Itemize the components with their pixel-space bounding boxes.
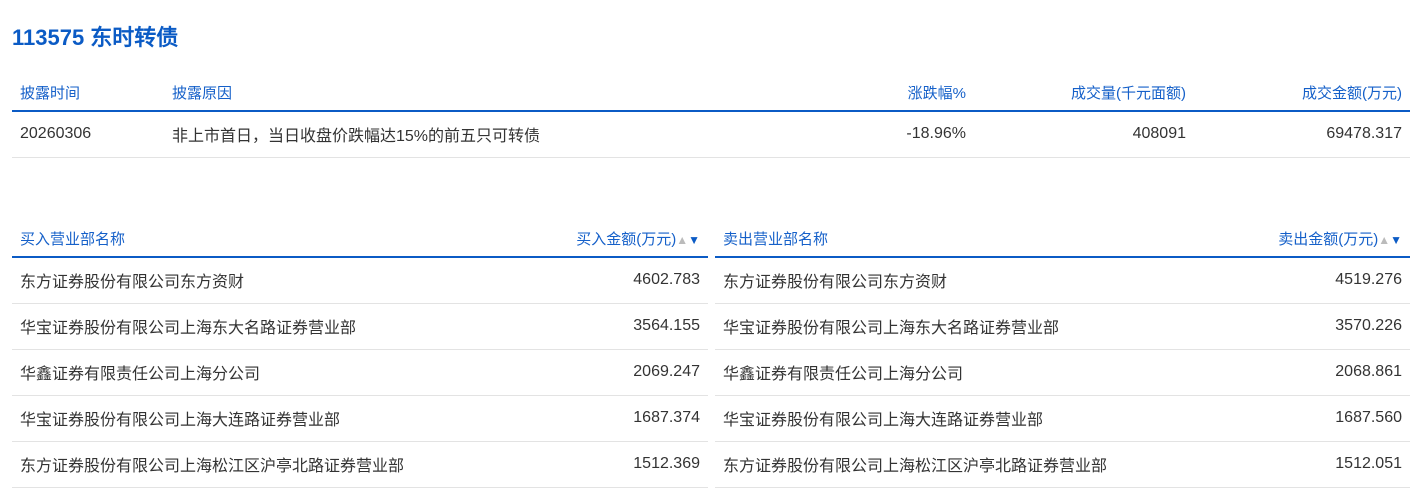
- disclosure-time: 20260306: [12, 111, 164, 158]
- branch-name: 东方证券股份有限公司上海松江区沪亭北路证券营业部: [715, 441, 1210, 488]
- header-sell-branch: 卖出营业部名称: [715, 220, 1210, 258]
- table-row: 东方证券股份有限公司东方资财 4519.276: [715, 257, 1410, 304]
- amount: 1687.374: [508, 395, 708, 442]
- header-volume: 成交量(千元面额): [974, 74, 1194, 112]
- amount: 1512.051: [1210, 441, 1410, 488]
- amount: 4519.276: [1210, 257, 1410, 304]
- amount: 69478.317: [1194, 111, 1410, 158]
- buy-table: 买入营业部名称 买入金额(万元)▲▼ 东方证券股份有限公司东方资财 4602.78…: [12, 220, 708, 488]
- table-row: 华宝证券股份有限公司上海大连路证券营业部 1687.560: [715, 395, 1410, 442]
- amount: 1687.560: [1210, 395, 1410, 442]
- header-label: 买入金额(万元): [576, 230, 677, 248]
- branch-name: 华鑫证券有限责任公司上海分公司: [715, 349, 1210, 396]
- page-title: 113575 东时转债: [12, 25, 179, 50]
- header-disclosure-reason: 披露原因: [164, 74, 784, 112]
- sort-down-icon[interactable]: ▼: [688, 233, 700, 247]
- amount: 3564.155: [508, 303, 708, 350]
- volume: 408091: [974, 111, 1194, 158]
- table-row: 华宝证券股份有限公司上海东大名路证券营业部 3564.155: [12, 303, 708, 350]
- branch-name: 华宝证券股份有限公司上海东大名路证券营业部: [715, 303, 1210, 350]
- table-row: 华宝证券股份有限公司上海东大名路证券营业部 3570.226: [715, 303, 1410, 350]
- amount: 2069.247: [508, 349, 708, 396]
- sort-down-icon[interactable]: ▼: [1390, 233, 1402, 247]
- table-row: 东方证券股份有限公司上海松江区沪亭北路证券营业部 1512.051: [715, 441, 1410, 488]
- branch-name: 东方证券股份有限公司东方资财: [12, 257, 508, 304]
- sell-table: 卖出营业部名称 卖出金额(万元)▲▼ 东方证券股份有限公司东方资财 4519.27…: [715, 220, 1410, 488]
- table-row: 华鑫证券有限责任公司上海分公司 2069.247: [12, 349, 708, 396]
- branch-name: 华宝证券股份有限公司上海大连路证券营业部: [715, 395, 1210, 442]
- header-label: 卖出金额(万元): [1278, 230, 1379, 248]
- branch-name: 东方证券股份有限公司上海松江区沪亭北路证券营业部: [12, 441, 508, 488]
- header-buy-branch: 买入营业部名称: [12, 220, 508, 258]
- branch-name: 华宝证券股份有限公司上海东大名路证券营业部: [12, 303, 508, 350]
- table-row: 东方证券股份有限公司上海松江区沪亭北路证券营业部 1512.369: [12, 441, 708, 488]
- amount: 3570.226: [1210, 303, 1410, 350]
- header-sell-amount[interactable]: 卖出金额(万元)▲▼: [1210, 220, 1410, 258]
- amount: 2068.861: [1210, 349, 1410, 396]
- table-row: 华宝证券股份有限公司上海大连路证券营业部 1687.374: [12, 395, 708, 442]
- header-amount: 成交金额(万元): [1194, 74, 1410, 112]
- table-header-row: 披露时间 披露原因 涨跌幅% 成交量(千元面额) 成交金额(万元): [12, 74, 1410, 112]
- table-row: 东方证券股份有限公司东方资财 4602.783: [12, 257, 708, 304]
- sort-up-icon[interactable]: ▲: [676, 233, 688, 247]
- amount: 4602.783: [508, 257, 708, 304]
- header-disclosure-time: 披露时间: [12, 74, 164, 112]
- table-row: 华鑫证券有限责任公司上海分公司 2068.861: [715, 349, 1410, 396]
- header-buy-amount[interactable]: 买入金额(万元)▲▼: [508, 220, 708, 258]
- amount: 1512.369: [508, 441, 708, 488]
- table-row: 20260306 非上市首日，当日收盘价跌幅达15%的前五只可转债 -18.96…: [12, 111, 1410, 158]
- change-pct: -18.96%: [784, 111, 974, 158]
- disclosure-reason: 非上市首日，当日收盘价跌幅达15%的前五只可转债: [164, 111, 784, 158]
- disclosure-table: 披露时间 披露原因 涨跌幅% 成交量(千元面额) 成交金额(万元) 202603…: [12, 74, 1410, 158]
- branch-name: 华宝证券股份有限公司上海大连路证券营业部: [12, 395, 508, 442]
- branch-name: 东方证券股份有限公司东方资财: [715, 257, 1210, 304]
- branch-name: 华鑫证券有限责任公司上海分公司: [12, 349, 508, 396]
- sort-up-icon[interactable]: ▲: [1378, 233, 1390, 247]
- header-change-pct: 涨跌幅%: [784, 74, 974, 112]
